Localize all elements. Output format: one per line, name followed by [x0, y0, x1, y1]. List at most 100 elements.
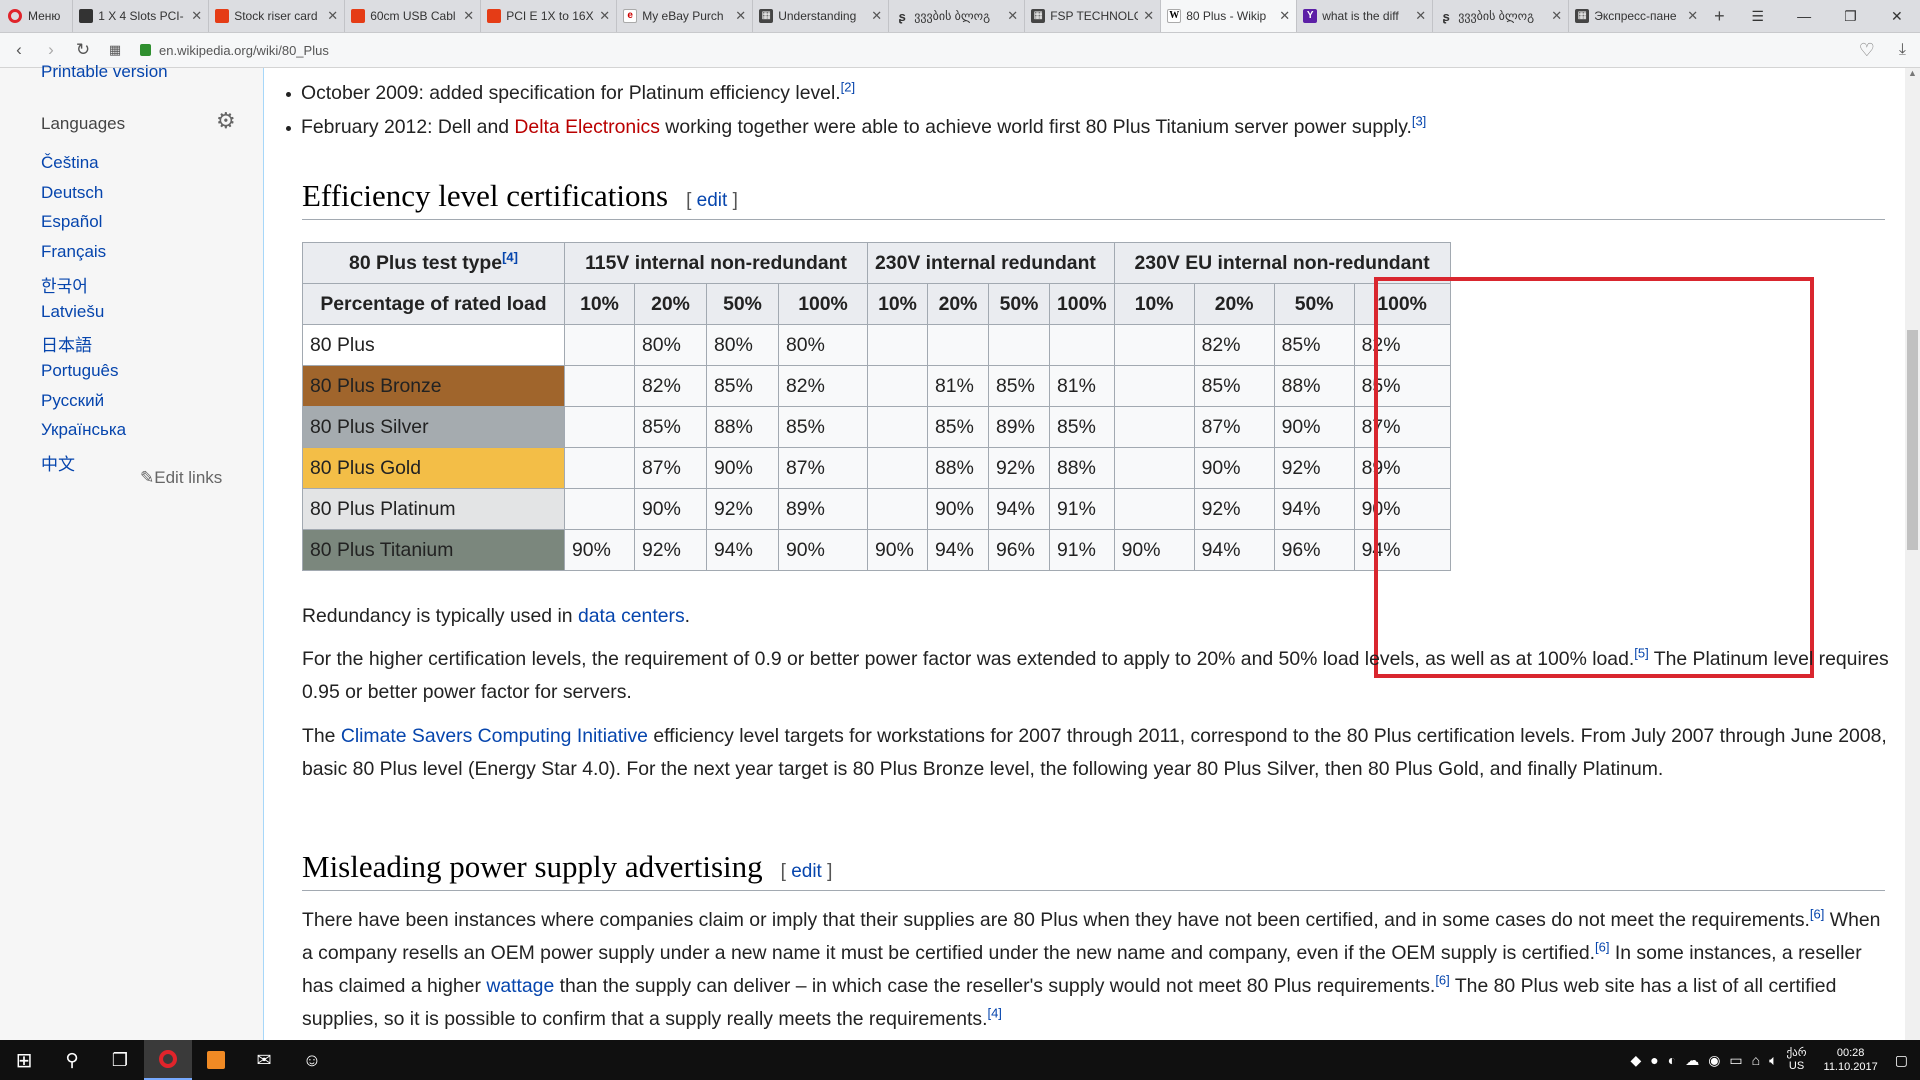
- scroll-up-arrow-icon[interactable]: ▲: [1905, 68, 1920, 83]
- tray-app-icon[interactable]: ◆: [1630, 1052, 1641, 1069]
- scrollbar-thumb[interactable]: [1907, 330, 1918, 550]
- close-window-button[interactable]: ✕: [1874, 0, 1920, 32]
- language-link[interactable]: Русский: [41, 391, 104, 411]
- language-link[interactable]: Українська: [41, 420, 126, 440]
- close-tab-icon[interactable]: ✕: [1007, 8, 1018, 24]
- edit-section-link[interactable]: edit: [697, 190, 728, 211]
- download-icon[interactable]: ⤓: [1899, 41, 1906, 59]
- delta-electronics-link[interactable]: Delta Electronics: [514, 116, 660, 138]
- close-tab-icon[interactable]: ✕: [599, 8, 610, 24]
- opera-taskbar-icon[interactable]: [144, 1040, 192, 1080]
- efficiency-value-cell: 85%: [706, 365, 779, 407]
- wattage-link[interactable]: wattage: [486, 975, 554, 997]
- url-text[interactable]: en.wikipedia.org/wiki/80_Plus: [159, 43, 329, 58]
- ref-link[interactable]: [6]: [1435, 973, 1449, 988]
- close-tab-icon[interactable]: ✕: [1143, 8, 1154, 24]
- data-centers-link[interactable]: data centers: [578, 605, 685, 627]
- climate-savers-link[interactable]: Climate Savers Computing Initiative: [341, 725, 648, 747]
- efficiency-value-cell: 90%: [1193, 447, 1275, 489]
- back-arrow-icon[interactable]: ‹: [6, 40, 32, 60]
- printable-version-link[interactable]: Printable version: [41, 62, 168, 82]
- ref-link[interactable]: [4]: [987, 1006, 1001, 1021]
- close-tab-icon[interactable]: ✕: [327, 8, 338, 24]
- input-language-indicator[interactable]: ქარ US: [1787, 1047, 1807, 1073]
- efficiency-value-cell: 88%: [706, 406, 779, 448]
- bookmark-heart-icon[interactable]: ♡: [1859, 40, 1875, 61]
- speed-dial-grid-icon[interactable]: ▦: [102, 42, 128, 58]
- close-tab-icon[interactable]: ✕: [191, 8, 202, 24]
- search-icon[interactable]: ⚲: [48, 1040, 96, 1080]
- tab-menu-icon[interactable]: ☰: [1735, 0, 1781, 32]
- efficiency-value-cell: 94%: [988, 488, 1050, 530]
- close-tab-icon[interactable]: ✕: [463, 8, 474, 24]
- browser-tab[interactable]: ▦ FSP TECHNOLO ✕: [1024, 0, 1160, 32]
- reload-icon[interactable]: ↻: [70, 40, 96, 60]
- browser-tab[interactable]: Stock riser card ✕: [208, 0, 344, 32]
- taskbar-clock[interactable]: 00:28 11.10.2017: [1824, 1046, 1878, 1074]
- restore-button[interactable]: ❐: [1827, 0, 1873, 32]
- mail-icon[interactable]: ✉: [240, 1040, 288, 1080]
- efficiency-value-cell: 85%: [927, 406, 989, 448]
- network-icon[interactable]: ⌂: [1752, 1052, 1760, 1068]
- browser-tab[interactable]: ▦ Экспресс-пане ✕: [1568, 0, 1704, 32]
- close-tab-icon[interactable]: ✕: [735, 8, 746, 24]
- language-link[interactable]: 한국어: [41, 272, 88, 297]
- browser-tab[interactable]: ▦ Understanding ✕: [752, 0, 888, 32]
- language-link[interactable]: Čeština: [41, 153, 99, 173]
- onedrive-icon[interactable]: ☁: [1685, 1052, 1699, 1069]
- ref-link[interactable]: [6]: [1810, 907, 1824, 922]
- task-view-icon[interactable]: ❐: [96, 1040, 144, 1080]
- edit-section-link[interactable]: edit: [791, 861, 822, 882]
- browser-tab[interactable]: PCI E 1X to 16X ✕: [480, 0, 616, 32]
- edit-links-link[interactable]: ✎Edit links: [140, 468, 222, 488]
- ref-link[interactable]: [5]: [1634, 646, 1648, 661]
- browser-tab[interactable]: 60cm USB Cabl ✕: [344, 0, 480, 32]
- ref-link[interactable]: [4]: [502, 249, 518, 264]
- language-link[interactable]: 中文: [41, 450, 75, 475]
- volume-icon[interactable]: 🔈︎: [1769, 1052, 1777, 1069]
- page-scrollbar[interactable]: ▲: [1905, 68, 1920, 1040]
- efficiency-table: 80 Plus test type[4] 115V internal non-r…: [302, 242, 1451, 571]
- windows-start-icon[interactable]: ⊞: [0, 1040, 48, 1080]
- tray-app-icon[interactable]: ◉: [1708, 1052, 1720, 1069]
- language-link[interactable]: Español: [41, 212, 102, 232]
- language-link[interactable]: Français: [41, 242, 106, 262]
- notification-icon[interactable]: ▢: [1895, 1052, 1908, 1069]
- efficiency-value-cell: 94%: [1273, 488, 1355, 530]
- browser-tab[interactable]: 1 X 4 Slots PCI- ✕: [72, 0, 208, 32]
- browser-tab[interactable]: ʂ ვვვბის ბლოგ ✕: [888, 0, 1024, 32]
- history-bullet-2012: February 2012: Dell and Delta Electronic…: [285, 114, 1426, 139]
- close-tab-icon[interactable]: ✕: [871, 8, 882, 24]
- tray-app-icon[interactable]: ●: [1650, 1052, 1658, 1068]
- efficiency-value-cell: 94%: [1353, 529, 1451, 571]
- opera-menu-button[interactable]: Меню: [0, 0, 72, 32]
- close-tab-icon[interactable]: ✕: [1279, 8, 1290, 24]
- misleading-paragraph: There have been instances where companie…: [302, 906, 1881, 1030]
- ref-link[interactable]: [6]: [1595, 940, 1609, 955]
- forward-arrow-icon[interactable]: ›: [38, 40, 64, 60]
- tray-app-icon[interactable]: ▭: [1729, 1052, 1742, 1069]
- language-link[interactable]: Deutsch: [41, 183, 103, 203]
- app-taskbar-icon[interactable]: ☺: [288, 1040, 336, 1080]
- tray-app-icon[interactable]: ◐: [1668, 1052, 1676, 1068]
- browser-tab[interactable]: W 80 Plus - Wikip ✕: [1160, 0, 1297, 32]
- close-tab-icon[interactable]: ✕: [1687, 8, 1698, 24]
- close-tab-icon[interactable]: ✕: [1415, 8, 1426, 24]
- ref-link[interactable]: [3]: [1412, 114, 1426, 129]
- new-tab-button[interactable]: +: [1704, 0, 1734, 32]
- close-tab-icon[interactable]: ✕: [1551, 8, 1562, 24]
- url-field[interactable]: en.wikipedia.org/wiki/80_Plus: [140, 38, 1859, 62]
- load-header-cell: 100%: [778, 283, 868, 325]
- sublime-taskbar-icon[interactable]: [192, 1040, 240, 1080]
- browser-tab[interactable]: e My eBay Purch ✕: [616, 0, 752, 32]
- language-link[interactable]: Português: [41, 361, 119, 381]
- ref-link[interactable]: [2]: [841, 80, 855, 95]
- minimize-button[interactable]: —: [1781, 0, 1827, 32]
- browser-tab[interactable]: ʂ ვვვბის ბლოგ ✕: [1432, 0, 1568, 32]
- browser-tab[interactable]: Ywhat is the diff ✕: [1296, 0, 1432, 32]
- gear-icon[interactable]: ⚙: [216, 108, 236, 134]
- language-link[interactable]: Latviešu: [41, 302, 104, 322]
- efficiency-value-cell: 80%: [778, 324, 868, 366]
- table-row: 80 Plus Silver 85% 88% 85% 85% 89% 85% 87% 90% 87…: [302, 406, 1451, 448]
- language-link[interactable]: 日本語: [41, 331, 92, 356]
